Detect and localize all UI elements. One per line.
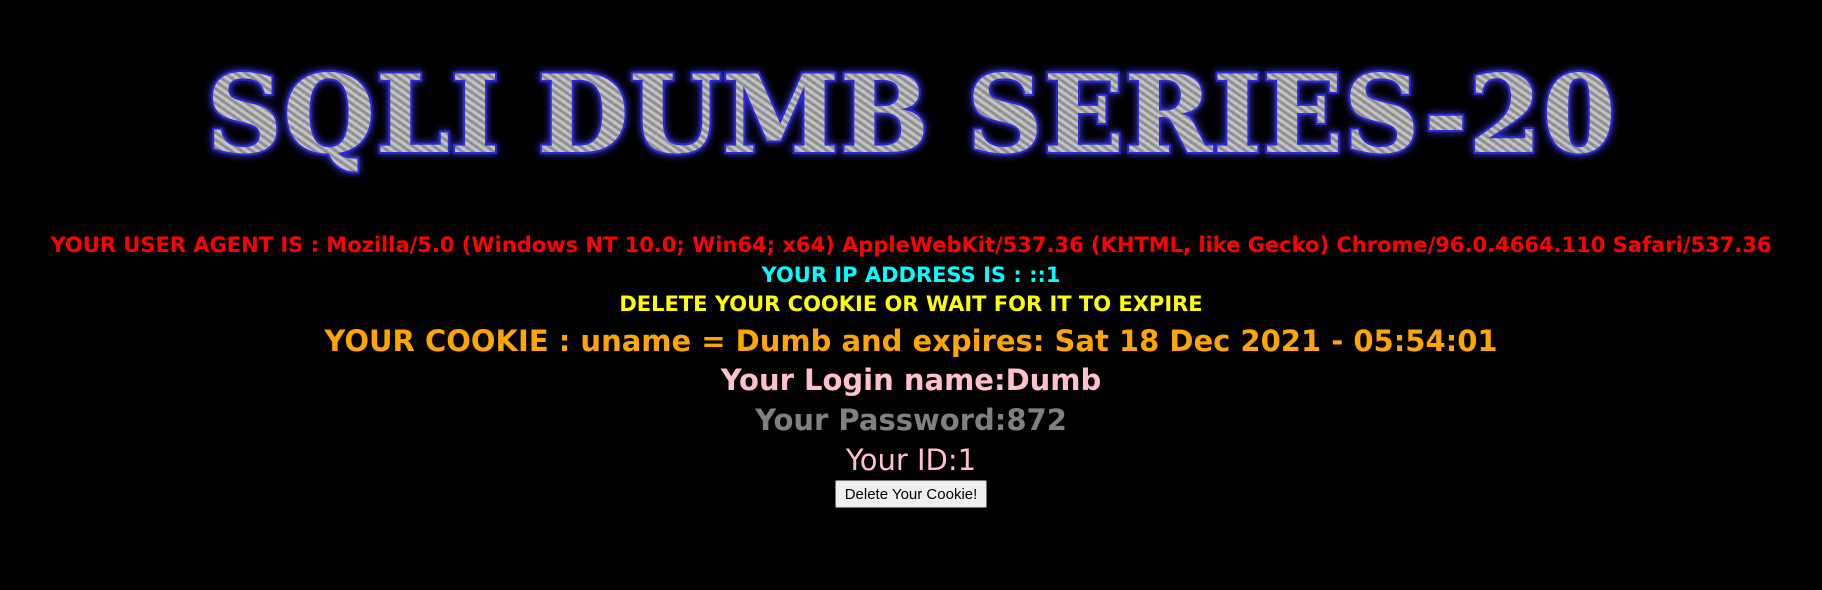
login-name-text: Your Login name:Dumb [720,363,1102,397]
banner-title-graphic: SQLI DUMB SERIES-20 [204,58,1618,178]
page-banner: SQLI DUMB SERIES-20 [0,58,1822,178]
ip-address-text: YOUR IP ADDRESS IS : ::1 [761,263,1061,287]
cookie-info-text: YOUR COOKIE : uname = Dumb and expires: … [324,324,1498,358]
password-text: Your Password:872 [755,403,1067,437]
banner-title: SQLI DUMB SERIES-20 [206,58,1616,178]
delete-cookie-button[interactable]: Delete Your Cookie! [834,480,988,508]
delete-cookie-message: DELETE YOUR COOKIE OR WAIT FOR IT TO EXP… [619,292,1203,316]
user-id-text: Your ID:1 [845,443,977,477]
delete-cookie-form: Delete Your Cookie! [0,480,1822,508]
user-agent-text: YOUR USER AGENT IS : Mozilla/5.0 (Window… [50,233,1772,257]
